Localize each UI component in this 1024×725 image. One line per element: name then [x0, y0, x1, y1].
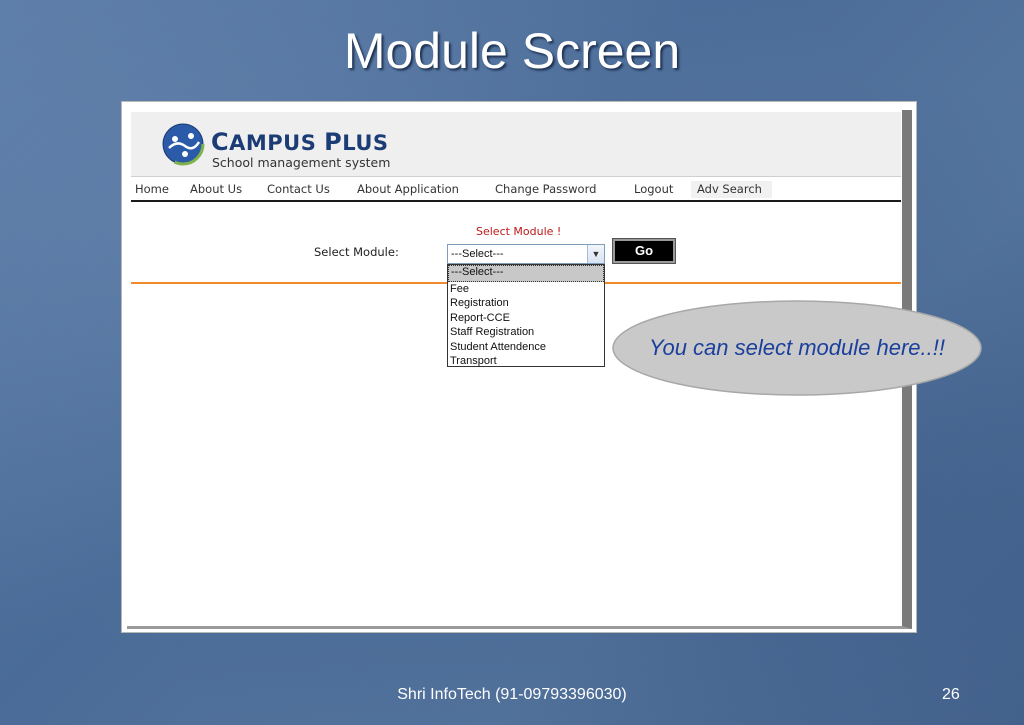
module-option-fee[interactable]: Fee [448, 282, 604, 297]
nav-contact-us[interactable]: Contact Us [267, 182, 330, 196]
callout-text: You can select module here..!! [649, 335, 945, 360]
module-option-select[interactable]: ---Select--- [448, 265, 604, 282]
callout-bubble: You can select module here..!! [611, 299, 983, 397]
globe-icon [161, 122, 205, 166]
module-option-student-attendence[interactable]: Student Attendence [448, 340, 604, 355]
nav-adv-search[interactable]: Adv Search [691, 181, 772, 198]
app-header: CAMPUS PLUS School management system [131, 112, 901, 177]
brand-name: CAMPUS PLUS [211, 128, 389, 156]
go-button[interactable]: Go [612, 238, 676, 264]
module-option-staff-registration[interactable]: Staff Registration [448, 325, 604, 340]
nav-about-us[interactable]: About Us [190, 182, 242, 196]
module-dropdown-list: ---Select--- Fee Registration Report-CCE… [447, 264, 605, 367]
nav-about-application[interactable]: About Application [357, 182, 459, 196]
nav-home[interactable]: Home [135, 182, 169, 196]
select-module-label: Select Module: [314, 245, 399, 259]
module-select[interactable]: ---Select--- ▼ [447, 244, 605, 264]
select-module-heading: Select Module ! [476, 225, 562, 238]
module-option-report-cce[interactable]: Report-CCE [448, 311, 604, 326]
nav-change-password[interactable]: Change Password [495, 182, 596, 196]
brand-tagline: School management system [212, 155, 391, 170]
slide-title: Module Screen [343, 23, 681, 79]
slide-footer: Shri InfoTech (91-09793396030) [397, 686, 627, 703]
page-number: 26 [942, 686, 960, 703]
nav-logout[interactable]: Logout [634, 182, 673, 196]
module-select-value: ---Select--- [451, 248, 504, 260]
nav-bar: Home About Us Contact Us About Applicati… [131, 178, 901, 202]
module-option-transport[interactable]: Transport [448, 354, 604, 369]
module-option-registration[interactable]: Registration [448, 296, 604, 311]
chevron-down-icon[interactable]: ▼ [587, 245, 604, 263]
